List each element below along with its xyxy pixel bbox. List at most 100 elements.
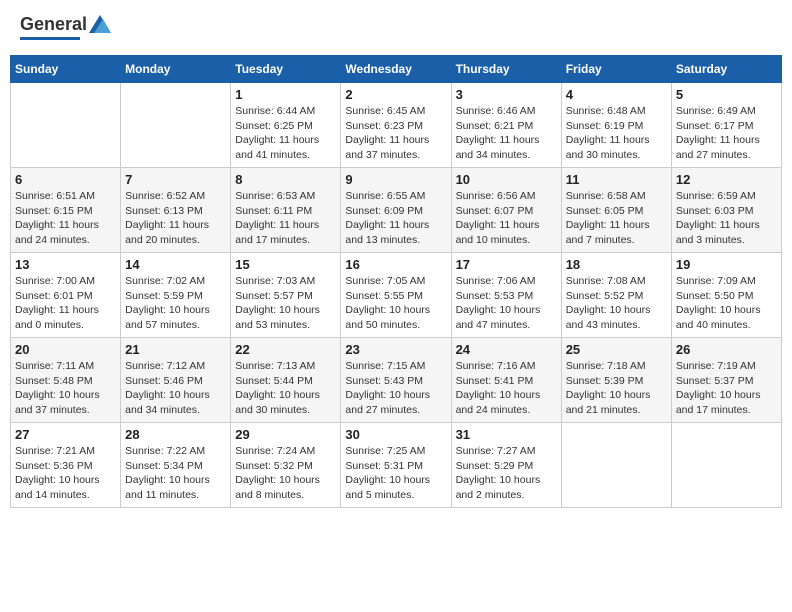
- day-number: 1: [235, 87, 336, 102]
- calendar-week-row: 13 Sunrise: 7:00 AM Sunset: 6:01 PM Dayli…: [11, 253, 782, 338]
- day-number: 24: [456, 342, 557, 357]
- day-info: Sunrise: 7:11 AM Sunset: 5:48 PM Dayligh…: [15, 359, 116, 418]
- day-number: 19: [676, 257, 777, 272]
- day-info: Sunrise: 6:55 AM Sunset: 6:09 PM Dayligh…: [345, 189, 446, 248]
- day-number: 4: [566, 87, 667, 102]
- weekday-header-row: SundayMondayTuesdayWednesdayThursdayFrid…: [11, 56, 782, 83]
- day-info: Sunrise: 7:19 AM Sunset: 5:37 PM Dayligh…: [676, 359, 777, 418]
- logo-icon: [89, 15, 111, 35]
- day-info: Sunrise: 7:15 AM Sunset: 5:43 PM Dayligh…: [345, 359, 446, 418]
- day-info: Sunrise: 7:08 AM Sunset: 5:52 PM Dayligh…: [566, 274, 667, 333]
- day-number: 3: [456, 87, 557, 102]
- calendar-cell: 4 Sunrise: 6:48 AM Sunset: 6:19 PM Daylig…: [561, 83, 671, 168]
- calendar-cell: [671, 423, 781, 508]
- calendar-cell: 20 Sunrise: 7:11 AM Sunset: 5:48 PM Dayli…: [11, 338, 121, 423]
- calendar-cell: [121, 83, 231, 168]
- calendar-cell: 1 Sunrise: 6:44 AM Sunset: 6:25 PM Daylig…: [231, 83, 341, 168]
- day-number: 29: [235, 427, 336, 442]
- calendar-cell: 12Sunrise: 6:59 AM Sunset: 6:03 PM Dayli…: [671, 168, 781, 253]
- calendar-cell: 10 Sunrise: 6:56 AM Sunset: 6:07 PM Dayli…: [451, 168, 561, 253]
- day-info: Sunrise: 6:49 AM Sunset: 6:17 PM Dayligh…: [676, 104, 777, 163]
- day-info: Sunrise: 6:45 AM Sunset: 6:23 PM Dayligh…: [345, 104, 446, 163]
- day-number: 27: [15, 427, 116, 442]
- day-number: 9: [345, 172, 446, 187]
- day-number: 22: [235, 342, 336, 357]
- day-info: Sunrise: 7:09 AM Sunset: 5:50 PM Dayligh…: [676, 274, 777, 333]
- day-info: Sunrise: 7:18 AM Sunset: 5:39 PM Dayligh…: [566, 359, 667, 418]
- day-number: 6: [15, 172, 116, 187]
- day-number: 18: [566, 257, 667, 272]
- day-info: Sunrise: 7:12 AM Sunset: 5:46 PM Dayligh…: [125, 359, 226, 418]
- weekday-header-wednesday: Wednesday: [341, 56, 451, 83]
- calendar-cell: 30 Sunrise: 7:25 AM Sunset: 5:31 PM Dayli…: [341, 423, 451, 508]
- day-number: 8: [235, 172, 336, 187]
- day-info: Sunrise: 7:16 AM Sunset: 5:41 PM Dayligh…: [456, 359, 557, 418]
- calendar-cell: 9 Sunrise: 6:55 AM Sunset: 6:09 PM Daylig…: [341, 168, 451, 253]
- day-number: 30: [345, 427, 446, 442]
- calendar-week-row: 6 Sunrise: 6:51 AM Sunset: 6:15 PM Daylig…: [11, 168, 782, 253]
- calendar-cell: 7 Sunrise: 6:52 AM Sunset: 6:13 PM Daylig…: [121, 168, 231, 253]
- day-info: Sunrise: 6:44 AM Sunset: 6:25 PM Dayligh…: [235, 104, 336, 163]
- day-info: Sunrise: 7:25 AM Sunset: 5:31 PM Dayligh…: [345, 444, 446, 503]
- calendar-cell: 27 Sunrise: 7:21 AM Sunset: 5:36 PM Dayli…: [11, 423, 121, 508]
- day-info: Sunrise: 7:00 AM Sunset: 6:01 PM Dayligh…: [15, 274, 116, 333]
- day-number: 28: [125, 427, 226, 442]
- day-number: 21: [125, 342, 226, 357]
- calendar-week-row: 27 Sunrise: 7:21 AM Sunset: 5:36 PM Dayli…: [11, 423, 782, 508]
- calendar-cell: 29 Sunrise: 7:24 AM Sunset: 5:32 PM Dayli…: [231, 423, 341, 508]
- day-info: Sunrise: 7:22 AM Sunset: 5:34 PM Dayligh…: [125, 444, 226, 503]
- calendar-cell: 8 Sunrise: 6:53 AM Sunset: 6:11 PM Daylig…: [231, 168, 341, 253]
- calendar-cell: 11 Sunrise: 6:58 AM Sunset: 6:05 PM Dayli…: [561, 168, 671, 253]
- day-info: Sunrise: 6:58 AM Sunset: 6:05 PM Dayligh…: [566, 189, 667, 248]
- day-number: 31: [456, 427, 557, 442]
- day-number: 10: [456, 172, 557, 187]
- logo-text-general: General: [20, 15, 87, 35]
- day-info: Sunrise: 6:48 AM Sunset: 6:19 PM Dayligh…: [566, 104, 667, 163]
- calendar-cell: 2 Sunrise: 6:45 AM Sunset: 6:23 PM Daylig…: [341, 83, 451, 168]
- day-info: Sunrise: 6:53 AM Sunset: 6:11 PM Dayligh…: [235, 189, 336, 248]
- weekday-header-tuesday: Tuesday: [231, 56, 341, 83]
- day-number: 7: [125, 172, 226, 187]
- weekday-header-thursday: Thursday: [451, 56, 561, 83]
- day-number: 13: [15, 257, 116, 272]
- day-info: Sunrise: 6:52 AM Sunset: 6:13 PM Dayligh…: [125, 189, 226, 248]
- day-number: 5: [676, 87, 777, 102]
- calendar-cell: 17Sunrise: 7:06 AM Sunset: 5:53 PM Dayli…: [451, 253, 561, 338]
- calendar-week-row: 20 Sunrise: 7:11 AM Sunset: 5:48 PM Dayli…: [11, 338, 782, 423]
- day-info: Sunrise: 7:02 AM Sunset: 5:59 PM Dayligh…: [125, 274, 226, 333]
- logo-underline: [20, 37, 80, 40]
- day-number: 11: [566, 172, 667, 187]
- day-number: 23: [345, 342, 446, 357]
- day-number: 25: [566, 342, 667, 357]
- calendar-cell: 16Sunrise: 7:05 AM Sunset: 5:55 PM Dayli…: [341, 253, 451, 338]
- day-number: 14: [125, 257, 226, 272]
- day-info: Sunrise: 6:46 AM Sunset: 6:21 PM Dayligh…: [456, 104, 557, 163]
- calendar-header: General: [10, 10, 782, 45]
- calendar-cell: 21 Sunrise: 7:12 AM Sunset: 5:46 PM Dayli…: [121, 338, 231, 423]
- day-info: Sunrise: 6:59 AM Sunset: 6:03 PM Dayligh…: [676, 189, 777, 248]
- day-info: Sunrise: 7:13 AM Sunset: 5:44 PM Dayligh…: [235, 359, 336, 418]
- day-info: Sunrise: 6:51 AM Sunset: 6:15 PM Dayligh…: [15, 189, 116, 248]
- day-number: 20: [15, 342, 116, 357]
- calendar-cell: 5 Sunrise: 6:49 AM Sunset: 6:17 PM Daylig…: [671, 83, 781, 168]
- logo: General: [20, 15, 111, 40]
- calendar-cell: 19 Sunrise: 7:09 AM Sunset: 5:50 PM Dayli…: [671, 253, 781, 338]
- day-info: Sunrise: 7:27 AM Sunset: 5:29 PM Dayligh…: [456, 444, 557, 503]
- calendar-cell: 14 Sunrise: 7:02 AM Sunset: 5:59 PM Dayli…: [121, 253, 231, 338]
- calendar-week-row: 1 Sunrise: 6:44 AM Sunset: 6:25 PM Daylig…: [11, 83, 782, 168]
- calendar-cell: 13 Sunrise: 7:00 AM Sunset: 6:01 PM Dayli…: [11, 253, 121, 338]
- calendar-cell: 6 Sunrise: 6:51 AM Sunset: 6:15 PM Daylig…: [11, 168, 121, 253]
- calendar-table: SundayMondayTuesdayWednesdayThursdayFrid…: [10, 55, 782, 508]
- calendar-cell: [11, 83, 121, 168]
- day-number: 2: [345, 87, 446, 102]
- day-info: Sunrise: 7:05 AM Sunset: 5:55 PM Dayligh…: [345, 274, 446, 333]
- day-info: Sunrise: 7:24 AM Sunset: 5:32 PM Dayligh…: [235, 444, 336, 503]
- weekday-header-friday: Friday: [561, 56, 671, 83]
- calendar-cell: 3 Sunrise: 6:46 AM Sunset: 6:21 PM Daylig…: [451, 83, 561, 168]
- day-number: 17: [456, 257, 557, 272]
- day-info: Sunrise: 7:21 AM Sunset: 5:36 PM Dayligh…: [15, 444, 116, 503]
- day-info: Sunrise: 6:56 AM Sunset: 6:07 PM Dayligh…: [456, 189, 557, 248]
- day-number: 15: [235, 257, 336, 272]
- calendar-cell: 15Sunrise: 7:03 AM Sunset: 5:57 PM Dayli…: [231, 253, 341, 338]
- calendar-cell: 25 Sunrise: 7:18 AM Sunset: 5:39 PM Dayli…: [561, 338, 671, 423]
